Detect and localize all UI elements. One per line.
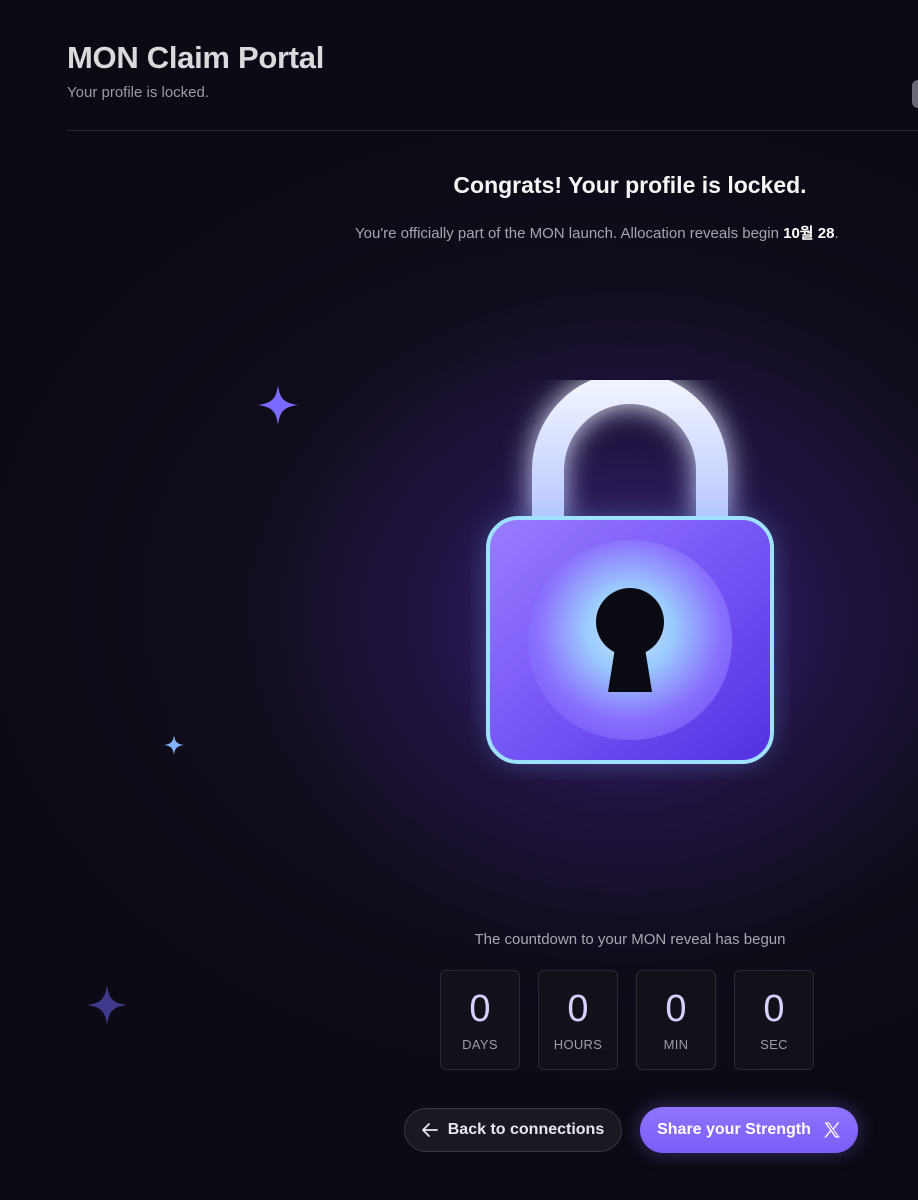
countdown-minutes: 0 MIN bbox=[636, 970, 716, 1070]
sparkle-icon bbox=[258, 385, 298, 425]
back-to-connections-button[interactable]: Back to connections bbox=[404, 1108, 622, 1152]
sparkle-icon bbox=[87, 985, 127, 1025]
padlock-icon bbox=[470, 372, 790, 780]
reveal-end: . bbox=[834, 225, 839, 242]
countdown-label: DAYS bbox=[462, 1036, 498, 1052]
reveal-text: You're officially part of the MON launch… bbox=[355, 225, 784, 242]
countdown-value: 0 bbox=[763, 987, 785, 1030]
countdown-value: 0 bbox=[469, 987, 491, 1030]
countdown-timer: 0 DAYS 0 HOURS 0 MIN 0 SEC bbox=[440, 970, 814, 1070]
reveal-message: You're officially part of the MON launch… bbox=[355, 223, 839, 245]
page-title: MON Claim Portal bbox=[67, 40, 325, 75]
page-subtitle: Your profile is locked. bbox=[67, 84, 210, 101]
share-button-label: Share your Strength bbox=[657, 1121, 811, 1138]
back-button-label: Back to connections bbox=[447, 1121, 605, 1138]
countdown-label: SEC bbox=[760, 1036, 788, 1052]
countdown-hours: 0 HOURS bbox=[538, 970, 618, 1070]
arrow-left-icon bbox=[421, 1123, 438, 1137]
countdown-days: 0 DAYS bbox=[440, 970, 520, 1070]
countdown-label: MIN bbox=[663, 1036, 689, 1052]
countdown-caption: The countdown to your MON reveal has beg… bbox=[474, 931, 786, 948]
share-strength-button[interactable]: Share your Strength bbox=[640, 1107, 858, 1153]
scrollbar-thumb[interactable] bbox=[912, 80, 918, 108]
countdown-label: HOURS bbox=[553, 1036, 603, 1052]
x-logo-icon bbox=[823, 1121, 841, 1139]
reveal-date: 10월 28 bbox=[783, 225, 835, 242]
page-header: MON Claim Portal Your profile is locked. bbox=[67, 38, 324, 102]
claim-portal-page: MON Claim Portal Your profile is locked.… bbox=[0, 0, 918, 1200]
congrats-headline: Congrats! Your profile is locked. bbox=[453, 172, 807, 198]
countdown-seconds: 0 SEC bbox=[734, 970, 814, 1070]
countdown-value: 0 bbox=[665, 987, 687, 1030]
header-divider bbox=[67, 130, 918, 131]
countdown-value: 0 bbox=[567, 987, 589, 1030]
sparkle-icon bbox=[164, 735, 184, 755]
